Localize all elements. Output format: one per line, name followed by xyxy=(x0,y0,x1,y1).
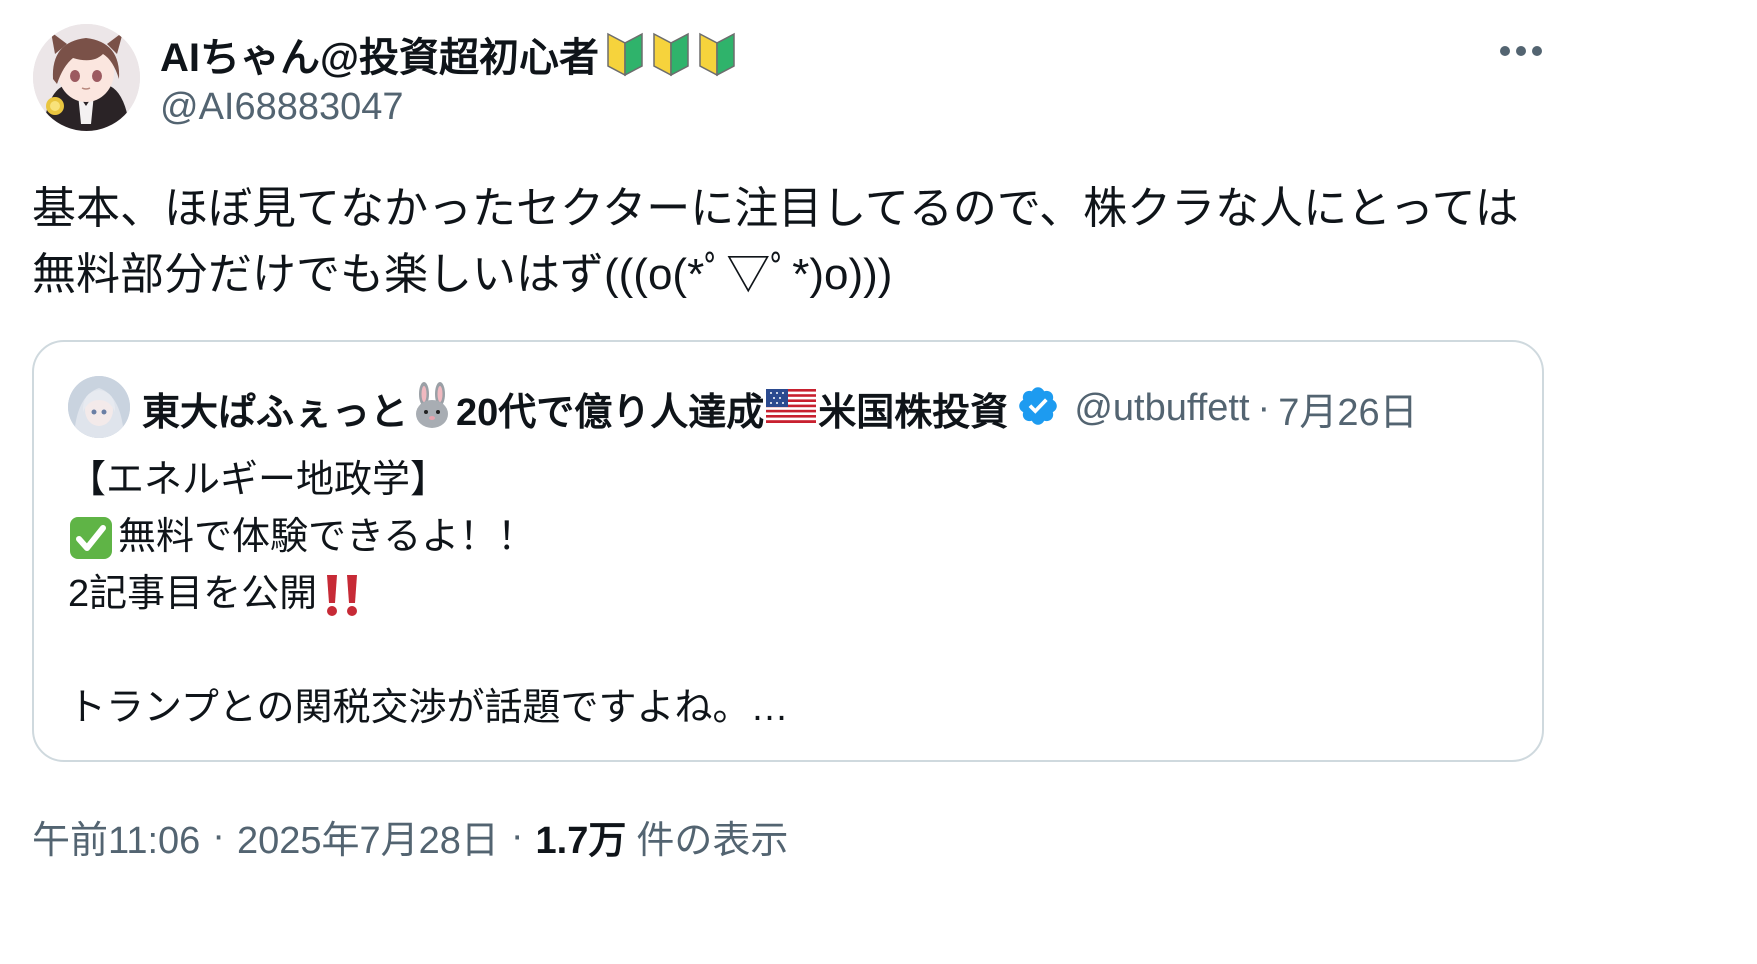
anime-girl-avatar-image xyxy=(33,24,140,131)
check-mark-icon xyxy=(68,515,114,561)
tweet-time[interactable]: 午前11:06 xyxy=(32,809,200,864)
beginner-mark-icon xyxy=(697,31,737,77)
quoted-line-text: 無料で体験できるよ！！ xyxy=(118,516,536,558)
quoted-author-avatar[interactable] xyxy=(68,376,130,438)
tweet-text: 基本、ほぼ見てなかったセクターに注目してるので、株クラな人にとっては無料部分だけ… xyxy=(32,184,1519,299)
quoted-line: 【エネルギー地政学】 xyxy=(68,459,449,501)
views-count: 1.7万 xyxy=(535,819,627,862)
quoted-name-part1[interactable]: 東大ぱふぇっと xyxy=(142,381,408,436)
tweet: AIちゃん@投資超初心者 @AI68883047 基本、ほぼ見てなかったセクター… xyxy=(0,0,1757,964)
quoted-tweet-card[interactable]: 東大ぱふぇっと 20代で億り人達成 米国株投資 @utbuffett · 7月2… xyxy=(32,340,1544,762)
quoted-line: 無料で体験できるよ！！ xyxy=(68,509,1508,566)
quoted-line-text: 2記事目を公開 xyxy=(68,573,318,615)
us-flag-icon xyxy=(766,389,817,427)
beginner-mark-icon xyxy=(651,31,691,77)
verified-badge-icon xyxy=(1016,384,1060,432)
silver-hair-avatar-image xyxy=(68,376,130,438)
quoted-name-part3[interactable]: 米国株投資 xyxy=(818,381,1008,436)
beginner-mark-icon xyxy=(605,31,645,77)
author-handle[interactable]: @AI68883047 xyxy=(160,86,404,129)
meta-separator: · xyxy=(510,814,524,857)
author-name-row[interactable]: AIちゃん@投資超初心者 xyxy=(160,30,737,80)
meta-separator: · xyxy=(212,814,225,857)
double-exclamation-icon xyxy=(321,571,363,619)
quoted-line-blank xyxy=(68,623,1508,680)
more-options-button[interactable] xyxy=(1496,36,1546,66)
rabbit-icon xyxy=(410,382,454,434)
quoted-name-part2[interactable]: 20代で億り人達成 xyxy=(456,381,764,436)
author-display-name[interactable]: AIちゃん@投資超初心者 xyxy=(160,25,599,83)
quoted-separator: · xyxy=(1257,386,1271,429)
quoted-date[interactable]: 7月26日 xyxy=(1278,381,1417,436)
quoted-line: トランプとの関税交渉が話題ですよね。… xyxy=(68,687,789,729)
views-label: 件の表示 xyxy=(636,819,789,862)
more-dots-icon xyxy=(1500,46,1542,56)
quoted-line: 2記事目を公開 xyxy=(68,566,1508,623)
author-avatar[interactable] xyxy=(33,24,140,131)
tweet-meta: 午前11:06 · 2025年7月28日 · 1.7万 件の表示 xyxy=(32,808,788,864)
quoted-handle[interactable]: @utbuffett xyxy=(1074,387,1249,430)
tweet-date[interactable]: 2025年7月28日 xyxy=(237,809,499,864)
quoted-tweet-header: 東大ぱふぇっと 20代で億り人達成 米国株投資 @utbuffett · 7月2… xyxy=(142,382,1418,434)
quoted-tweet-text: 【エネルギー地政学】 無料で体験できるよ！！ 2記事目を公開 トランプとの関税交… xyxy=(68,452,1508,737)
